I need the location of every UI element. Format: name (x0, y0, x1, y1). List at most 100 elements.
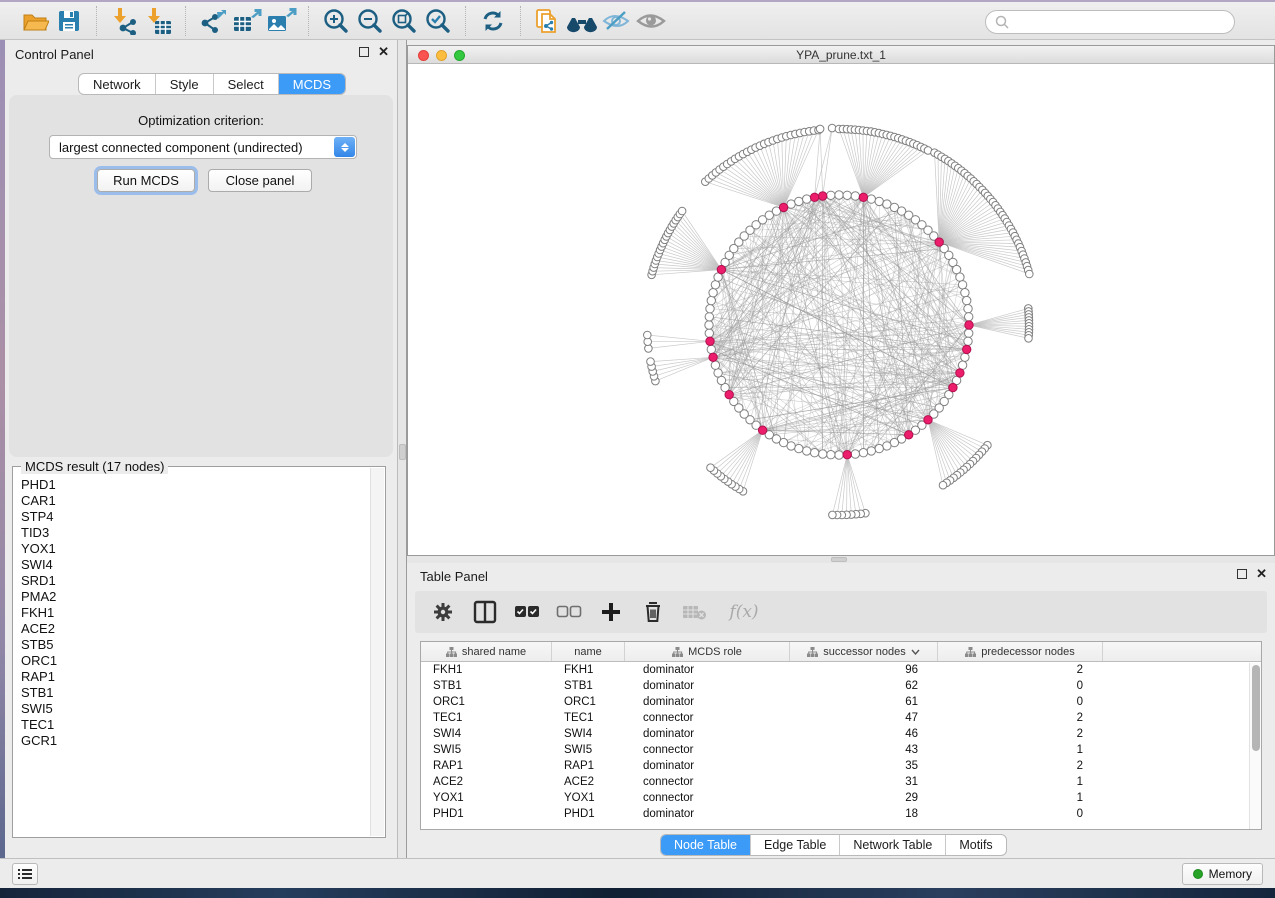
table-row[interactable]: FKH1FKH1dominator962 (421, 662, 1261, 678)
deselect-all-icon[interactable] (556, 599, 582, 625)
table-row[interactable]: YOX1YOX1connector291 (421, 790, 1261, 806)
result-node-item[interactable]: TEC1 (14, 717, 371, 733)
zoom-selected-icon[interactable] (421, 6, 455, 36)
show-graphics-icon[interactable] (633, 6, 667, 36)
network-canvas[interactable] (408, 64, 1274, 555)
import-table-icon[interactable] (141, 6, 175, 36)
select-all-icon[interactable] (514, 599, 540, 625)
open-session-icon[interactable] (18, 6, 52, 36)
table-row[interactable]: SWI4SWI4dominator462 (421, 726, 1261, 742)
tab-network[interactable]: Network (79, 74, 156, 94)
table-options-gear-icon[interactable] (430, 599, 456, 625)
result-node-item[interactable]: FKH1 (14, 605, 371, 621)
function-builder-icon[interactable]: f(x) (724, 599, 764, 625)
tab-edge-table[interactable]: Edge Table (751, 835, 840, 855)
tab-motifs[interactable]: Motifs (946, 835, 1005, 855)
apply-layout-icon[interactable] (476, 6, 510, 36)
table-row[interactable]: ORC1ORC1dominator610 (421, 694, 1261, 710)
result-node-item[interactable]: STB5 (14, 637, 371, 653)
save-session-icon[interactable] (52, 6, 86, 36)
zoom-out-icon[interactable] (353, 6, 387, 36)
close-panel-icon[interactable]: ✕ (1256, 569, 1267, 579)
table-cell: 0 (938, 678, 1103, 694)
result-node-item[interactable]: RAP1 (14, 669, 371, 685)
export-image-icon[interactable] (264, 6, 298, 36)
tab-style[interactable]: Style (156, 74, 214, 94)
column-type-icon (446, 647, 457, 657)
export-table-icon[interactable] (230, 6, 264, 36)
result-node-item[interactable]: YOX1 (14, 541, 371, 557)
add-row-icon[interactable] (598, 599, 624, 625)
horizontal-splitter[interactable] (407, 556, 1275, 563)
column-header-MCDS-role[interactable]: MCDS role (625, 642, 790, 661)
task-history-button[interactable] (12, 863, 38, 885)
table-row[interactable]: ACE2ACE2connector311 (421, 774, 1261, 790)
export-network-icon[interactable] (196, 6, 230, 36)
result-node-item[interactable]: SRD1 (14, 573, 371, 589)
list-icon (17, 867, 33, 881)
result-node-item[interactable]: ORC1 (14, 653, 371, 669)
result-node-item[interactable]: SWI4 (14, 557, 371, 573)
table-cell: STB1 (421, 678, 552, 694)
table-cell: YOX1 (421, 790, 552, 806)
network-window-titlebar[interactable]: YPA_prune.txt_1 (408, 46, 1274, 64)
first-neighbors-icon[interactable] (565, 6, 599, 36)
float-panel-icon[interactable] (359, 47, 369, 57)
tab-network-table[interactable]: Network Table (840, 835, 946, 855)
result-scrollbar[interactable] (370, 468, 384, 836)
result-node-item[interactable]: CAR1 (14, 493, 371, 509)
dropdown-stepper-icon (334, 137, 355, 157)
memory-button[interactable]: Memory (1182, 863, 1263, 885)
float-panel-icon[interactable] (1237, 569, 1247, 579)
show-columns-icon[interactable] (472, 599, 498, 625)
delete-row-icon[interactable] (640, 599, 666, 625)
splitter-handle[interactable] (399, 444, 406, 460)
result-node-item[interactable]: SWI5 (14, 701, 371, 717)
tab-select[interactable]: Select (214, 74, 279, 94)
result-node-item[interactable]: PHD1 (14, 477, 371, 493)
splitter-handle[interactable] (831, 557, 847, 562)
result-node-item[interactable]: STP4 (14, 509, 371, 525)
table-row[interactable]: TEC1TEC1connector472 (421, 710, 1261, 726)
result-node-item[interactable]: ACE2 (14, 621, 371, 637)
table-row[interactable]: PHD1PHD1dominator180 (421, 806, 1261, 822)
table-scrollbar[interactable] (1249, 663, 1261, 829)
mcds-result-title: MCDS result (17 nodes) (21, 459, 168, 474)
delete-table-icon[interactable] (682, 599, 708, 625)
result-node-item[interactable]: STB1 (14, 685, 371, 701)
close-window-icon[interactable] (418, 50, 429, 61)
column-header-successor-nodes[interactable]: successor nodes (790, 642, 938, 661)
table-row[interactable]: SWI5SWI5connector431 (421, 742, 1261, 758)
result-node-item[interactable]: GCR1 (14, 733, 371, 749)
hide-graphics-icon[interactable] (599, 6, 633, 36)
close-panel-button[interactable]: Close panel (208, 169, 312, 192)
zoom-in-icon[interactable] (319, 6, 353, 36)
maximize-window-icon[interactable] (454, 50, 465, 61)
tab-node-table[interactable]: Node Table (661, 835, 751, 855)
run-mcds-button[interactable]: Run MCDS (97, 169, 195, 192)
zoom-fit-icon[interactable] (387, 6, 421, 36)
result-node-item[interactable]: TID3 (14, 525, 371, 541)
minimize-window-icon[interactable] (436, 50, 447, 61)
table-row[interactable]: RAP1RAP1dominator352 (421, 758, 1261, 774)
close-panel-icon[interactable]: ✕ (378, 47, 389, 57)
search-input[interactable] (985, 10, 1235, 34)
column-header-name[interactable]: name (552, 642, 625, 661)
mcds-result-list[interactable]: PHD1CAR1STP4TID3YOX1SWI4SRD1PMA2FKH1ACE2… (14, 477, 371, 836)
table-row[interactable]: STB1STB1dominator620 (421, 678, 1261, 694)
column-header-shared-name[interactable]: shared name (421, 642, 552, 661)
table-cell: 46 (790, 726, 938, 742)
desktop-edge-bottom (0, 888, 1275, 898)
table-cell: YOX1 (552, 790, 625, 806)
criterion-dropdown[interactable]: largest connected component (undirected) (49, 135, 357, 159)
column-header-predecessor-nodes[interactable]: predecessor nodes (938, 642, 1103, 661)
duplicate-network-icon[interactable] (531, 6, 565, 36)
vertical-splitter[interactable] (397, 40, 407, 858)
node-table[interactable]: shared namenameMCDS rolesuccessor nodesp… (420, 641, 1262, 830)
scrollbar-thumb[interactable] (1252, 665, 1260, 751)
result-node-item[interactable]: PMA2 (14, 589, 371, 605)
table-cell: SWI4 (421, 726, 552, 742)
import-network-icon[interactable] (107, 6, 141, 36)
optimization-criterion-label: Optimization criterion: (9, 113, 393, 128)
tab-mcds[interactable]: MCDS (279, 74, 345, 94)
